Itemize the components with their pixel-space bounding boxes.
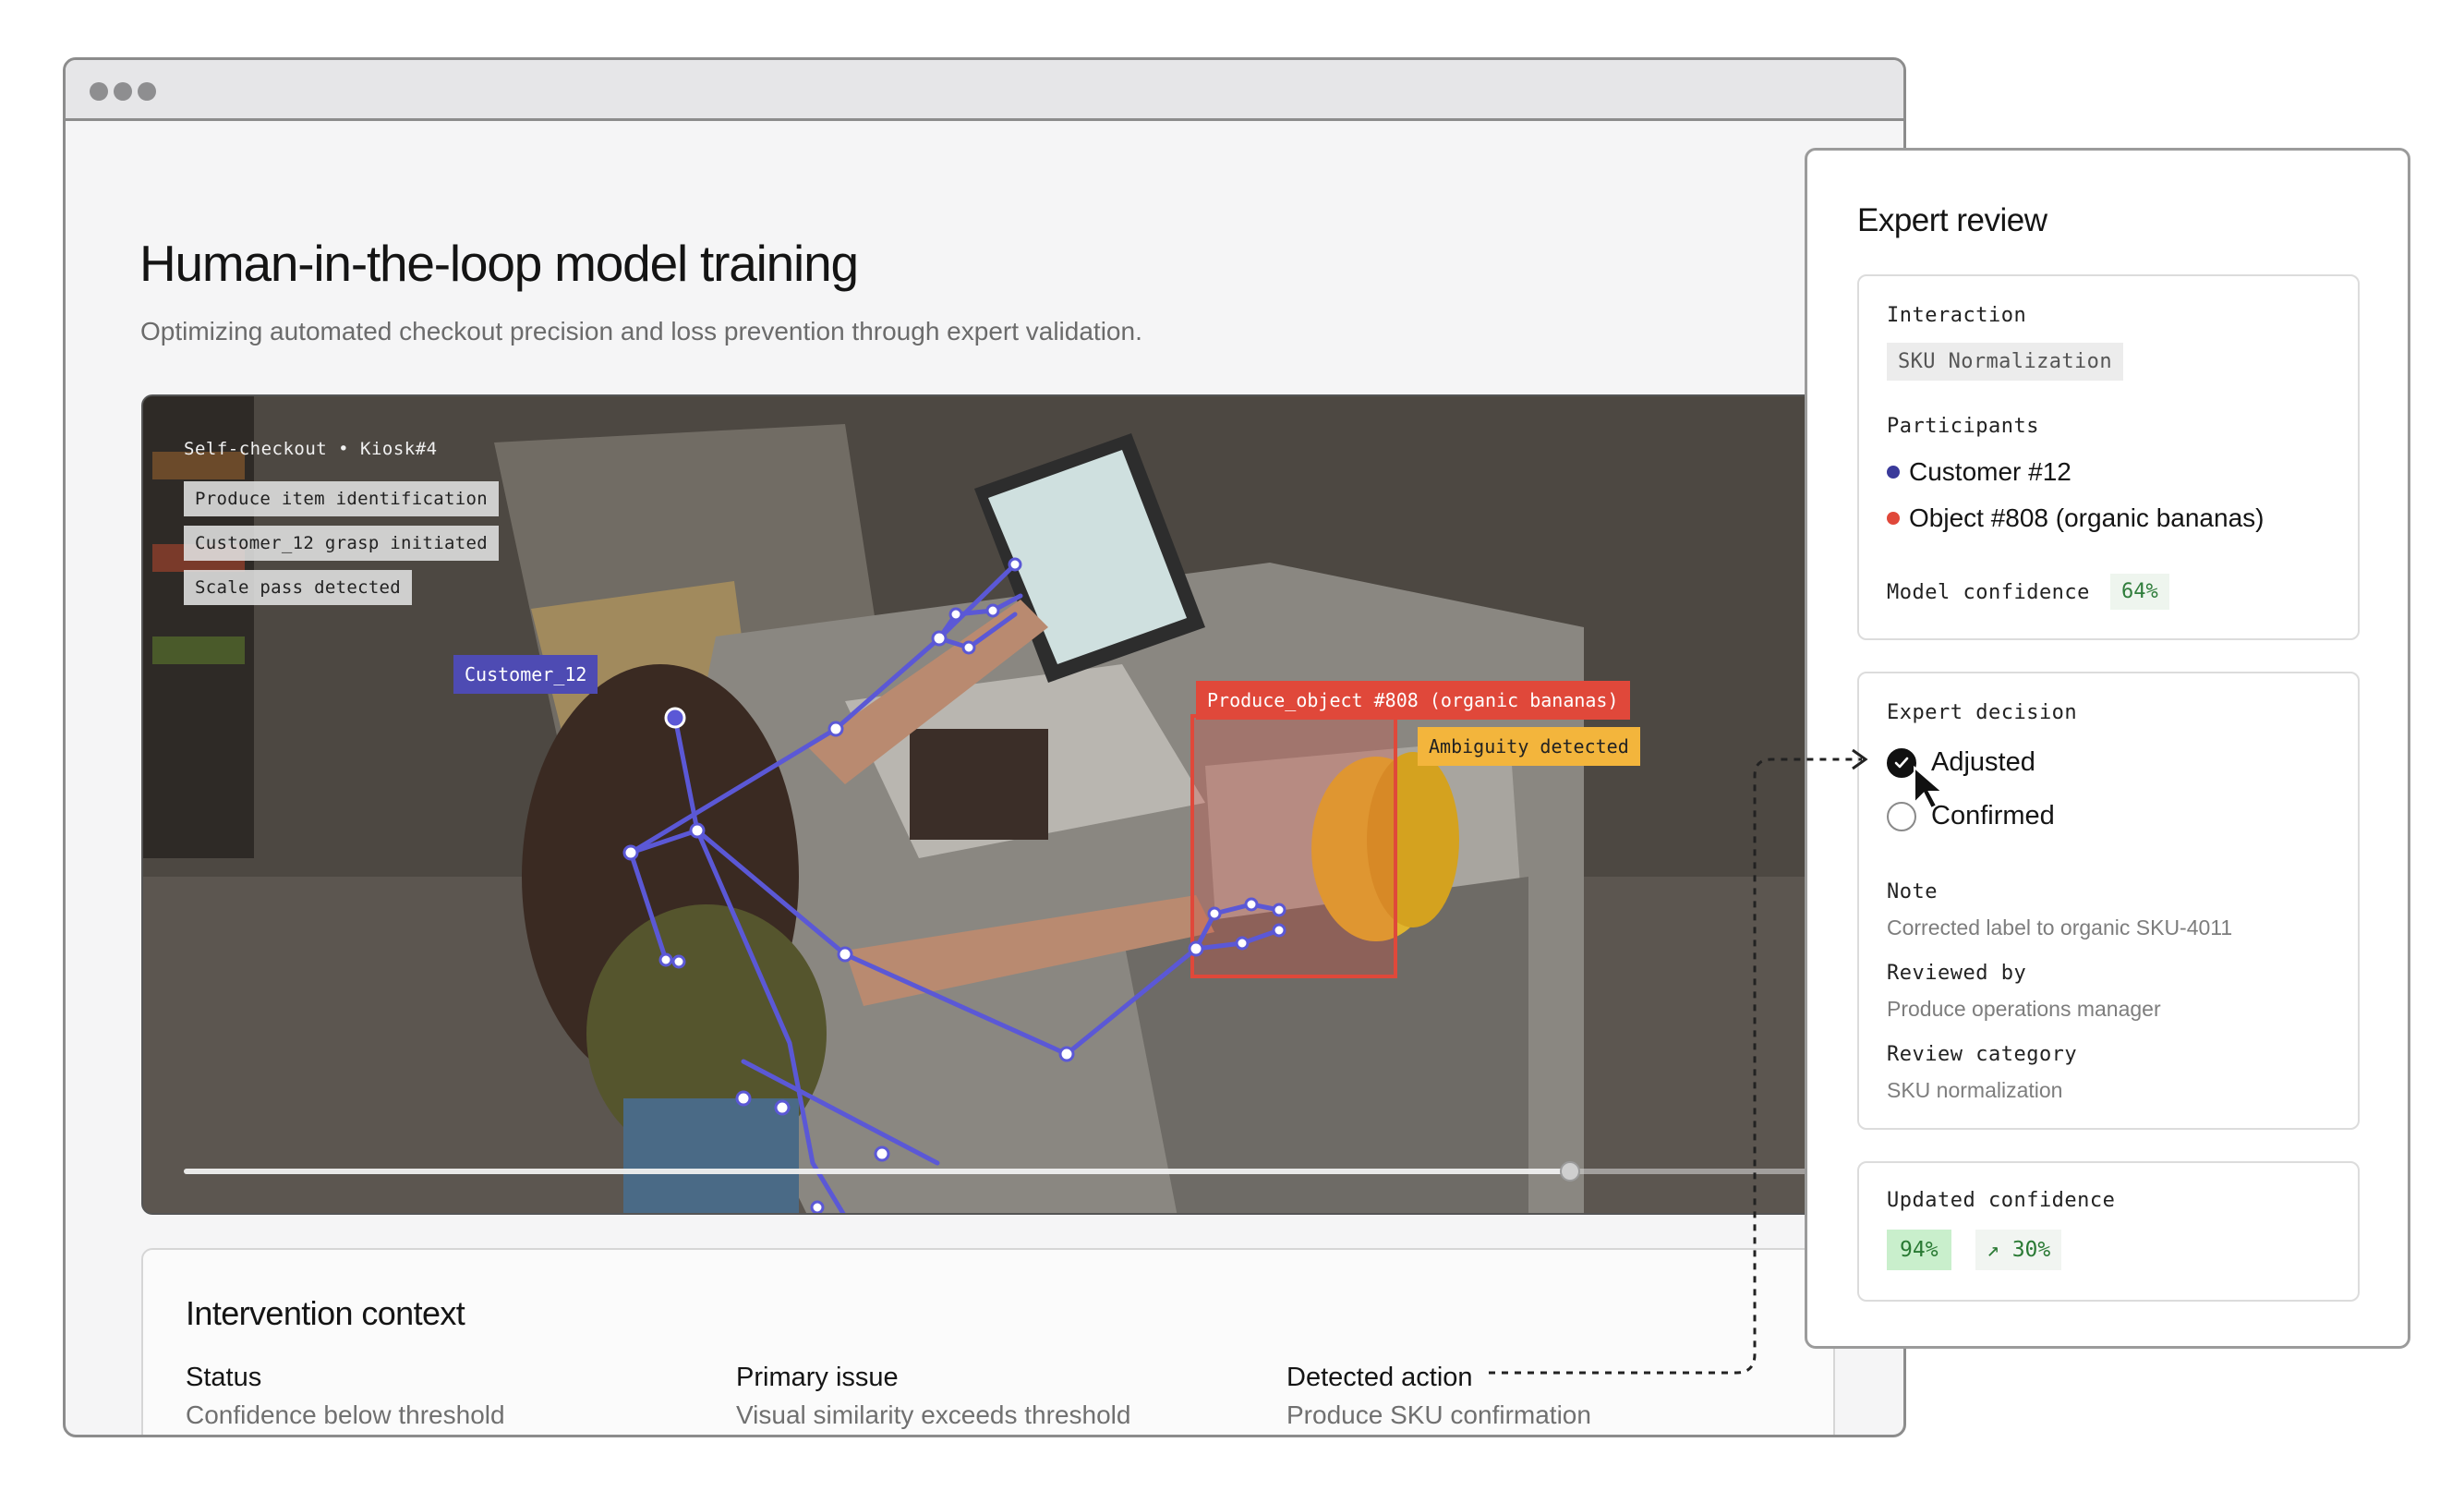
- window-close-dot[interactable]: [90, 82, 108, 101]
- expert-decision-card: Expert decision Adjusted Confirmed Note …: [1857, 672, 2360, 1130]
- customer-label: Customer_12: [453, 655, 598, 694]
- window-titlebar: [66, 60, 1903, 121]
- browser-window: Human-in-the-loop model training Optimiz…: [63, 57, 1906, 1437]
- confidence-delta-badge: ↗ 30%: [1975, 1230, 2062, 1270]
- window-minimize-dot[interactable]: [114, 82, 132, 101]
- checkout-video-frame[interactable]: Self-checkout • Kiosk#4 Produce item ide…: [141, 394, 1903, 1215]
- video-scrubber[interactable]: [184, 1161, 1903, 1182]
- context-detected-action: Detected action Produce SKU confirmation: [1286, 1363, 1591, 1430]
- detection-tag-list: Produce item identification Customer_12 …: [184, 481, 499, 614]
- detection-tag: Produce item identification: [184, 481, 499, 516]
- camera-label: Self-checkout • Kiosk#4: [184, 439, 438, 459]
- interaction-card: Interaction SKU Normalization Participan…: [1857, 274, 2360, 640]
- option-adjusted[interactable]: Adjusted: [1887, 747, 2035, 778]
- note-value: Corrected label to organic SKU-4011: [1887, 915, 2233, 939]
- scrubber-handle[interactable]: [1560, 1161, 1580, 1182]
- review-category-value: SKU normalization: [1887, 1078, 2063, 1102]
- context-label: Primary issue: [736, 1363, 899, 1392]
- context-title: Intervention context: [186, 1294, 465, 1332]
- updated-confidence-label: Updated confidence: [1887, 1189, 2116, 1212]
- participants-label: Participants: [1887, 415, 2039, 438]
- review-title: Expert review: [1857, 202, 2047, 238]
- detection-tag: Customer_12 grasp initiated: [184, 526, 499, 561]
- page-title: Human-in-the-loop model training: [139, 235, 859, 292]
- context-value: Produce SKU confirmation: [1286, 1400, 1591, 1429]
- participant-dot-icon: [1887, 466, 1900, 479]
- review-category-label: Review category: [1887, 1043, 2078, 1066]
- context-label: Detected action: [1286, 1363, 1473, 1392]
- window-maximize-dot[interactable]: [138, 82, 156, 101]
- context-value: Confidence below threshold: [186, 1400, 505, 1429]
- intervention-context-panel: Intervention context Status Confidence b…: [141, 1248, 1835, 1435]
- scrubber-progress: [184, 1169, 1570, 1174]
- page-subtitle: Optimizing automated checkout precision …: [140, 317, 1142, 345]
- context-value: Visual similarity exceeds threshold: [736, 1400, 1131, 1429]
- updated-confidence-value: 94%: [1887, 1230, 1951, 1270]
- participant-name: Customer #12: [1909, 457, 2071, 486]
- model-confidence-label: Model confidence: [1887, 581, 2090, 604]
- participant-item: Object #808 (organic bananas): [1887, 503, 2264, 533]
- expert-review-panel: Expert review Interaction SKU Normalizat…: [1805, 148, 2410, 1349]
- context-primary-issue: Primary issue Visual similarity exceeds …: [736, 1363, 1130, 1430]
- context-status: Status Confidence below threshold: [186, 1363, 505, 1430]
- participant-dot-icon: [1887, 512, 1900, 525]
- note-label: Note: [1887, 880, 1938, 903]
- reviewed-by-label: Reviewed by: [1887, 962, 2027, 985]
- interaction-label: Interaction: [1887, 304, 2027, 327]
- produce-object-label: Produce_object #808 (organic bananas): [1196, 681, 1630, 720]
- ambiguity-badge: Ambiguity detected: [1418, 727, 1640, 766]
- decision-label: Expert decision: [1887, 701, 2078, 724]
- reviewed-by-value: Produce operations manager: [1887, 997, 2161, 1021]
- participant-name: Object #808 (organic bananas): [1909, 503, 2265, 532]
- model-confidence-value: 64%: [2110, 574, 2169, 610]
- option-label[interactable]: Confirmed: [1931, 801, 2055, 831]
- mouse-cursor-icon: [1914, 766, 1945, 810]
- detection-tag: Scale pass detected: [184, 570, 413, 605]
- context-label: Status: [186, 1363, 262, 1392]
- updated-confidence-card: Updated confidence 94% ↗ 30%: [1857, 1161, 2360, 1302]
- participant-item: Customer #12: [1887, 457, 2071, 487]
- interaction-chip: SKU Normalization: [1887, 343, 2123, 381]
